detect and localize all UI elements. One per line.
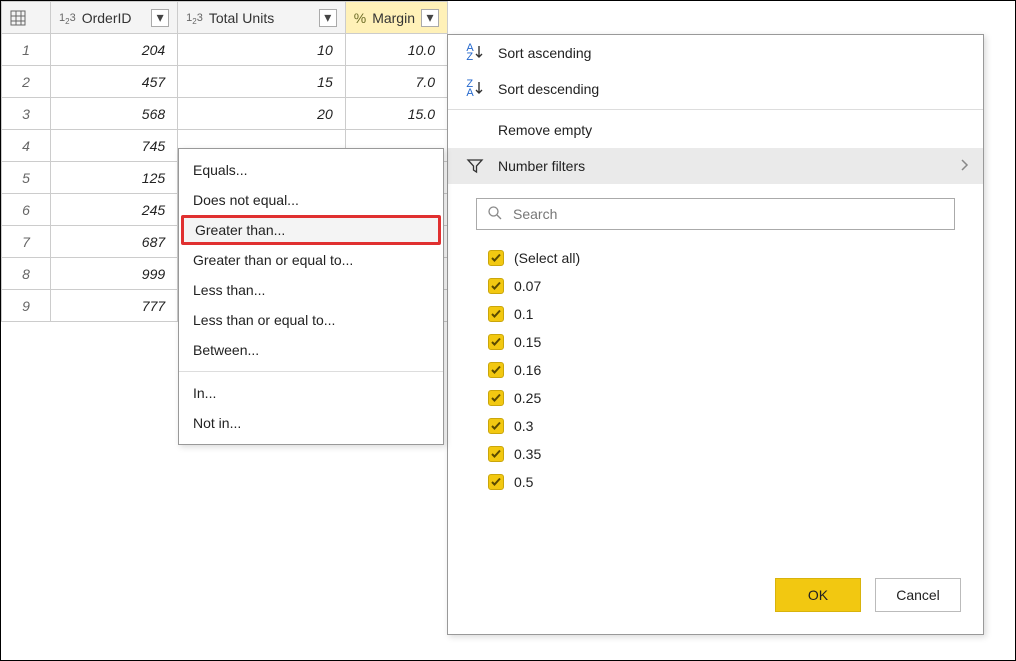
filter-equals[interactable]: Equals... xyxy=(179,155,443,185)
checkbox-icon xyxy=(488,390,504,406)
sort-ascending[interactable]: AZ Sort ascending xyxy=(448,35,983,71)
value-checkbox[interactable]: 0.1 xyxy=(488,300,943,328)
checkbox-icon xyxy=(488,446,504,462)
column-dropdown-icon[interactable]: ▾ xyxy=(319,9,337,27)
row-number: 4 xyxy=(2,130,51,162)
row-number: 7 xyxy=(2,226,51,258)
filter-greater-than[interactable]: Greater than... xyxy=(181,215,441,245)
sort-desc-label: Sort descending xyxy=(498,81,599,97)
filter-icon xyxy=(464,157,486,175)
row-number: 9 xyxy=(2,290,51,322)
checkbox-label: 0.16 xyxy=(514,356,541,384)
cell-margin[interactable]: 10.0 xyxy=(345,34,447,66)
search-input[interactable]: Search xyxy=(476,198,955,230)
cell-units[interactable]: 10 xyxy=(178,34,346,66)
column-label: Margin xyxy=(372,10,415,26)
sort-descending[interactable]: ZA Sort descending xyxy=(448,71,983,107)
column-dropdown-icon[interactable]: ▾ xyxy=(151,9,169,27)
checkbox-label: (Select all) xyxy=(514,244,580,272)
table-icon[interactable] xyxy=(10,10,42,26)
cell-orderid[interactable]: 745 xyxy=(51,130,178,162)
checkbox-label: 0.5 xyxy=(514,468,533,496)
cell-orderid[interactable]: 777 xyxy=(51,290,178,322)
filter-not-in[interactable]: Not in... xyxy=(179,408,443,438)
column-filter-panel: AZ Sort ascending ZA Sort descending Rem… xyxy=(447,34,984,635)
column-label: Total Units xyxy=(209,10,313,26)
search-icon xyxy=(487,205,503,224)
checkbox-icon xyxy=(488,334,504,350)
checkbox-icon xyxy=(488,306,504,322)
cancel-button[interactable]: Cancel xyxy=(875,578,961,612)
value-checkbox[interactable]: 0.5 xyxy=(488,468,943,496)
checkbox-icon xyxy=(488,418,504,434)
sort-asc-icon: AZ xyxy=(464,44,486,62)
sort-asc-label: Sort ascending xyxy=(498,45,591,61)
menu-separator xyxy=(179,371,443,372)
cell-orderid[interactable]: 999 xyxy=(51,258,178,290)
filter-not-equal[interactable]: Does not equal... xyxy=(179,185,443,215)
cell-orderid[interactable]: 687 xyxy=(51,226,178,258)
row-number: 1 xyxy=(2,34,51,66)
cell-units[interactable]: 20 xyxy=(178,98,346,130)
checkbox-icon xyxy=(488,474,504,490)
percent-type-icon: % xyxy=(354,10,366,26)
number-type-icon: 123 xyxy=(59,12,76,24)
column-header-margin[interactable]: % Margin ▾ xyxy=(345,2,447,34)
value-checkbox[interactable]: 0.07 xyxy=(488,272,943,300)
panel-separator xyxy=(448,109,983,110)
value-checkbox[interactable]: 0.35 xyxy=(488,440,943,468)
row-number: 8 xyxy=(2,258,51,290)
number-filters[interactable]: Number filters xyxy=(448,148,983,184)
filter-less-eq[interactable]: Less than or equal to... xyxy=(179,305,443,335)
cell-orderid[interactable]: 204 xyxy=(51,34,178,66)
checkbox-icon xyxy=(488,278,504,294)
chevron-right-icon xyxy=(959,158,969,175)
checkbox-label: 0.35 xyxy=(514,440,541,468)
sort-desc-icon: ZA xyxy=(464,80,486,98)
row-number: 5 xyxy=(2,162,51,194)
row-number: 2 xyxy=(2,66,51,98)
ok-button[interactable]: OK xyxy=(775,578,861,612)
cell-margin[interactable]: 15.0 xyxy=(345,98,447,130)
column-label: OrderID xyxy=(82,10,145,26)
remove-empty-label: Remove empty xyxy=(498,122,592,138)
checkbox-label: 0.07 xyxy=(514,272,541,300)
remove-empty[interactable]: Remove empty xyxy=(448,112,983,148)
cell-orderid[interactable]: 457 xyxy=(51,66,178,98)
checkbox-label: 0.3 xyxy=(514,412,533,440)
number-type-icon: 123 xyxy=(186,12,203,24)
corner-cell xyxy=(2,2,51,34)
row-number: 6 xyxy=(2,194,51,226)
value-checkbox[interactable]: 0.15 xyxy=(488,328,943,356)
row-number: 3 xyxy=(2,98,51,130)
number-filters-label: Number filters xyxy=(498,158,585,174)
checkbox-label: 0.15 xyxy=(514,328,541,356)
filter-in[interactable]: In... xyxy=(179,378,443,408)
column-dropdown-icon[interactable]: ▾ xyxy=(421,9,439,27)
filter-values-list: (Select all)0.070.10.150.160.250.30.350.… xyxy=(448,238,983,562)
select-all-checkbox[interactable]: (Select all) xyxy=(488,244,943,272)
filter-greater-eq[interactable]: Greater than or equal to... xyxy=(179,245,443,275)
column-header-orderid[interactable]: 123 OrderID ▾ xyxy=(51,2,178,34)
number-filter-submenu: Equals... Does not equal... Greater than… xyxy=(178,148,444,445)
value-checkbox[interactable]: 0.16 xyxy=(488,356,943,384)
checkbox-label: 0.25 xyxy=(514,384,541,412)
cell-orderid[interactable]: 568 xyxy=(51,98,178,130)
value-checkbox[interactable]: 0.25 xyxy=(488,384,943,412)
column-header-units[interactable]: 123 Total Units ▾ xyxy=(178,2,346,34)
checkbox-icon xyxy=(488,250,504,266)
filter-between[interactable]: Between... xyxy=(179,335,443,365)
checkbox-label: 0.1 xyxy=(514,300,533,328)
cell-orderid[interactable]: 125 xyxy=(51,162,178,194)
cell-margin[interactable]: 7.0 xyxy=(345,66,447,98)
value-checkbox[interactable]: 0.3 xyxy=(488,412,943,440)
cell-units[interactable]: 15 xyxy=(178,66,346,98)
checkbox-icon xyxy=(488,362,504,378)
cell-orderid[interactable]: 245 xyxy=(51,194,178,226)
filter-less-than[interactable]: Less than... xyxy=(179,275,443,305)
search-placeholder: Search xyxy=(513,206,557,222)
